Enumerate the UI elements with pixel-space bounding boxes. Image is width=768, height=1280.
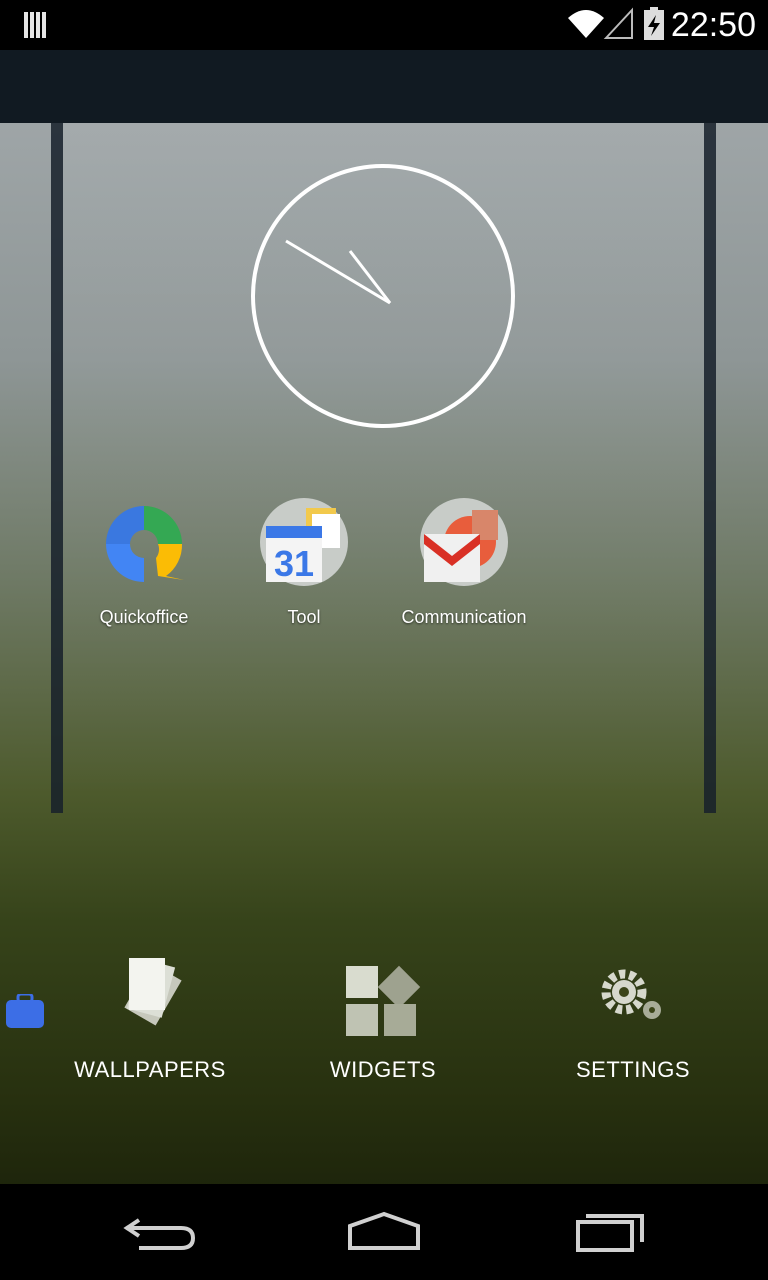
app-quickoffice[interactable]: Quickoffice [64,498,224,628]
quickoffice-icon [106,506,184,582]
status-bar: 22:50 [0,0,768,50]
settings-label: SETTINGS [575,1057,690,1082]
wallpapers-label: WALLPAPERS [74,1057,226,1082]
wallpapers-button[interactable]: WALLPAPERS [40,958,260,1083]
widgets-icon [346,965,421,1036]
settings-button[interactable]: SETTINGS [523,958,743,1083]
settings-icon [601,969,661,1019]
wifi-icon [568,10,604,38]
recent-apps-icon[interactable] [560,1200,660,1264]
app-label: Quickoffice [99,607,189,627]
folder-tool[interactable]: 31 Tool [224,498,384,628]
folder-label: Communication [401,607,527,627]
battery-charging-icon [644,7,664,40]
notification-icon [24,12,46,38]
status-icons [568,7,664,40]
analog-clock-widget[interactable] [250,163,516,429]
folder-label: Tool [287,607,321,627]
panel-edge-left [51,123,63,813]
back-icon[interactable] [111,1200,211,1264]
panel-edge-right [704,123,716,813]
wallpapers-icon [124,958,182,1026]
widgets-button[interactable]: WIDGETS [273,958,493,1083]
hour-hand [348,250,392,304]
home-icon[interactable] [334,1200,434,1264]
gmail-folder-icon [420,498,508,586]
calendar-day: 31 [274,543,314,584]
clock-time: 22:50 [670,6,756,44]
widgets-label: WIDGETS [329,1057,437,1082]
cell-signal-icon [603,7,633,39]
top-bar [0,50,768,123]
calendar-folder-icon: 31 [260,498,348,586]
navigation-bar [0,1184,768,1280]
folder-communication[interactable]: Communication [384,498,544,628]
minute-hand [285,239,391,305]
